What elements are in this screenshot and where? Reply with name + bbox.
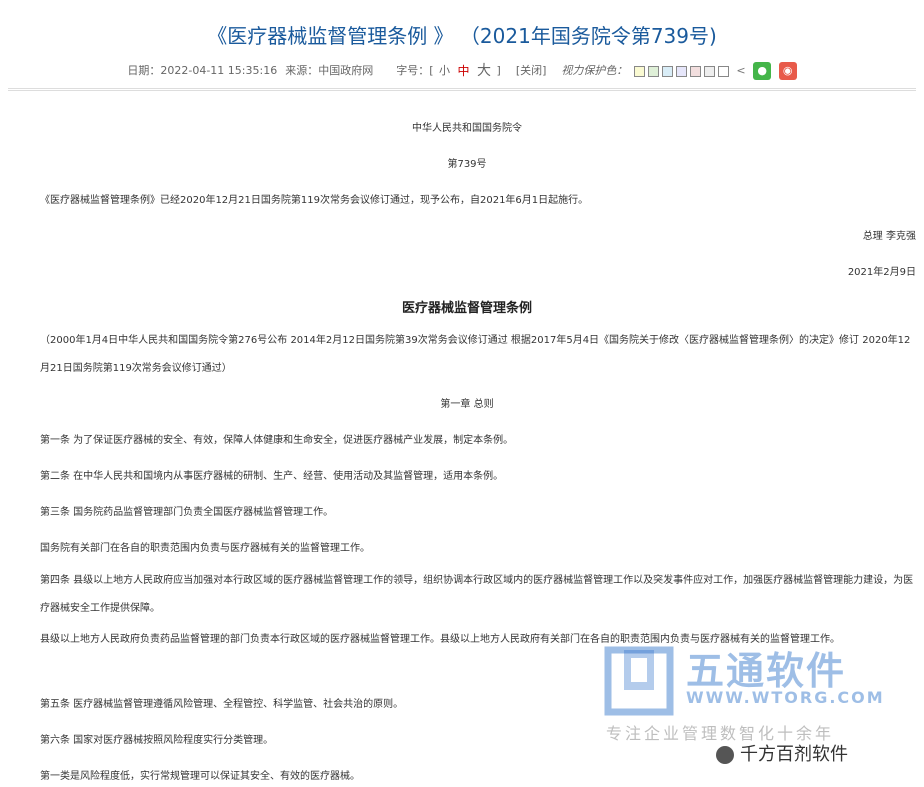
eye-protect-swatches [631, 64, 729, 77]
article-3-paragraph-2: 国务院有关部门在各自的职责范围内负责与医疗器械有关的监督管理工作。 [40, 543, 370, 554]
font-small-button[interactable]: 小 [437, 64, 452, 77]
eye-protect-swatch-6[interactable] [703, 65, 715, 77]
share-icon[interactable]: < [736, 62, 745, 80]
article-4-paragraph-2: 县级以上地方人民政府负责药品监督管理的部门负责本行政区域的医疗器械监督管理工作。… [40, 634, 840, 645]
premier-signature: 总理 李克强 [862, 231, 916, 242]
date-label: 日期： [127, 64, 161, 77]
article-3: 第三条 国务院药品监督管理部门负责全国医疗器械监督管理工作。 [40, 507, 334, 518]
wechat-account-icon [716, 746, 734, 764]
wechat-account-name: 千方百剂软件 [740, 744, 848, 765]
order-number: 第739号 [447, 159, 487, 170]
sign-date: 2021年2月9日 [847, 267, 916, 278]
eye-protect-swatch-7[interactable] [717, 65, 729, 77]
revision-history: （2000年1月4日中华人民共和国国务院令第276号公布 2014年2月12日国… [40, 335, 911, 374]
publish-date: 2022-04-11 15:35:16 [160, 64, 278, 77]
close-window-link[interactable]: [关闭] [516, 64, 547, 77]
article-title: 《医疗器械监督管理条例 》 （2021年国务院令第739号) [207, 24, 717, 48]
article-meta-bar: 日期：2022-04-11 15:35:16 来源：中国政府网 字号：[ 小 中 … [0, 62, 924, 80]
weibo-share-icon[interactable]: ◉ [778, 62, 797, 80]
eye-protect-swatch-1[interactable] [633, 65, 645, 77]
eye-protect-swatch-4[interactable] [675, 65, 687, 77]
header-divider [8, 88, 916, 91]
announcement-paragraph: 《医疗器械监督管理条例》已经2020年12月21日国务院第119次常务会议修订通… [40, 195, 589, 206]
eye-protect-label: 视力保护色： [561, 64, 628, 77]
wechat-share-icon[interactable]: ● [753, 62, 772, 80]
eye-protect-swatch-5[interactable] [689, 65, 701, 77]
article-6-paragraph-2: 第一类是风险程度低，实行常规管理可以保证其安全、有效的医疗器械。 [40, 771, 360, 782]
source-name: 中国政府网 [318, 64, 374, 77]
source-label: 来源： [285, 64, 319, 77]
font-large-button[interactable]: 大 [475, 63, 493, 79]
font-medium-button[interactable]: 中 [456, 64, 472, 78]
chapter-heading: 第一章 总则 [440, 399, 494, 410]
eye-protect-swatch-2[interactable] [647, 65, 659, 77]
font-size-label: 字号：[ [396, 64, 434, 77]
font-size-bracket: ] [496, 64, 501, 77]
article-1: 第一条 为了保证医疗器械的安全、有效，保障人体健康和生命安全，促进医疗器械产业发… [40, 435, 514, 446]
regulation-title: 医疗器械监督管理条例 [401, 301, 532, 316]
article-2: 第二条 在中华人民共和国境内从事医疗器械的研制、生产、经营、使用活动及其监督管理… [40, 471, 504, 482]
article-4: 第四条 县级以上地方人民政府应当加强对本行政区域的医疗器械监督管理工作的领导，组… [40, 575, 914, 614]
article-6: 第六条 国家对医疗器械按照风险程度实行分类管理。 [40, 735, 274, 746]
eye-protect-swatch-3[interactable] [661, 65, 673, 77]
issuer-line: 中华人民共和国国务院令 [412, 123, 522, 134]
article-5: 第五条 医疗器械监督管理遵循风险管理、全程管控、科学监管、社会共治的原则。 [40, 699, 404, 710]
watermark-overlay: 五通软件 WWW.WTORG.COM 专注企业管理数智化十余年 千方百剂软件 [604, 640, 904, 780]
